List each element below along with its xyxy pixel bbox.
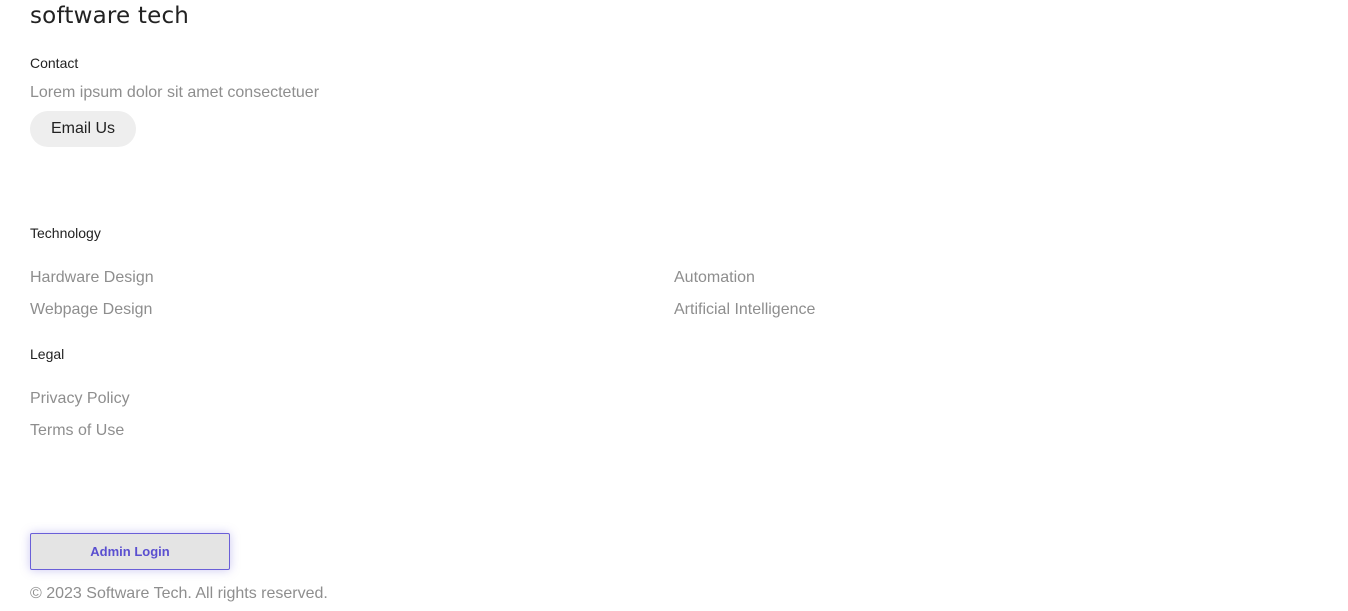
link-hardware-design[interactable]: Hardware Design — [30, 269, 154, 287]
admin-login-button[interactable]: Admin Login — [30, 533, 230, 570]
copyright-text: © 2023 Software Tech. All rights reserve… — [30, 585, 328, 602]
link-automation[interactable]: Automation — [674, 269, 755, 287]
email-us-button[interactable]: Email Us — [30, 111, 136, 147]
site-logo-text: software tech — [30, 3, 190, 29]
contact-description: Lorem ipsum dolor sit amet consectetuer — [30, 84, 320, 101]
link-privacy-policy[interactable]: Privacy Policy — [30, 390, 130, 408]
link-webpage-design[interactable]: Webpage Design — [30, 301, 152, 319]
technology-heading: Technology — [30, 225, 101, 241]
link-artificial-intelligence[interactable]: Artificial Intelligence — [674, 301, 815, 319]
legal-heading: Legal — [30, 346, 65, 362]
contact-heading: Contact — [30, 55, 79, 71]
link-terms-of-use[interactable]: Terms of Use — [30, 422, 124, 440]
